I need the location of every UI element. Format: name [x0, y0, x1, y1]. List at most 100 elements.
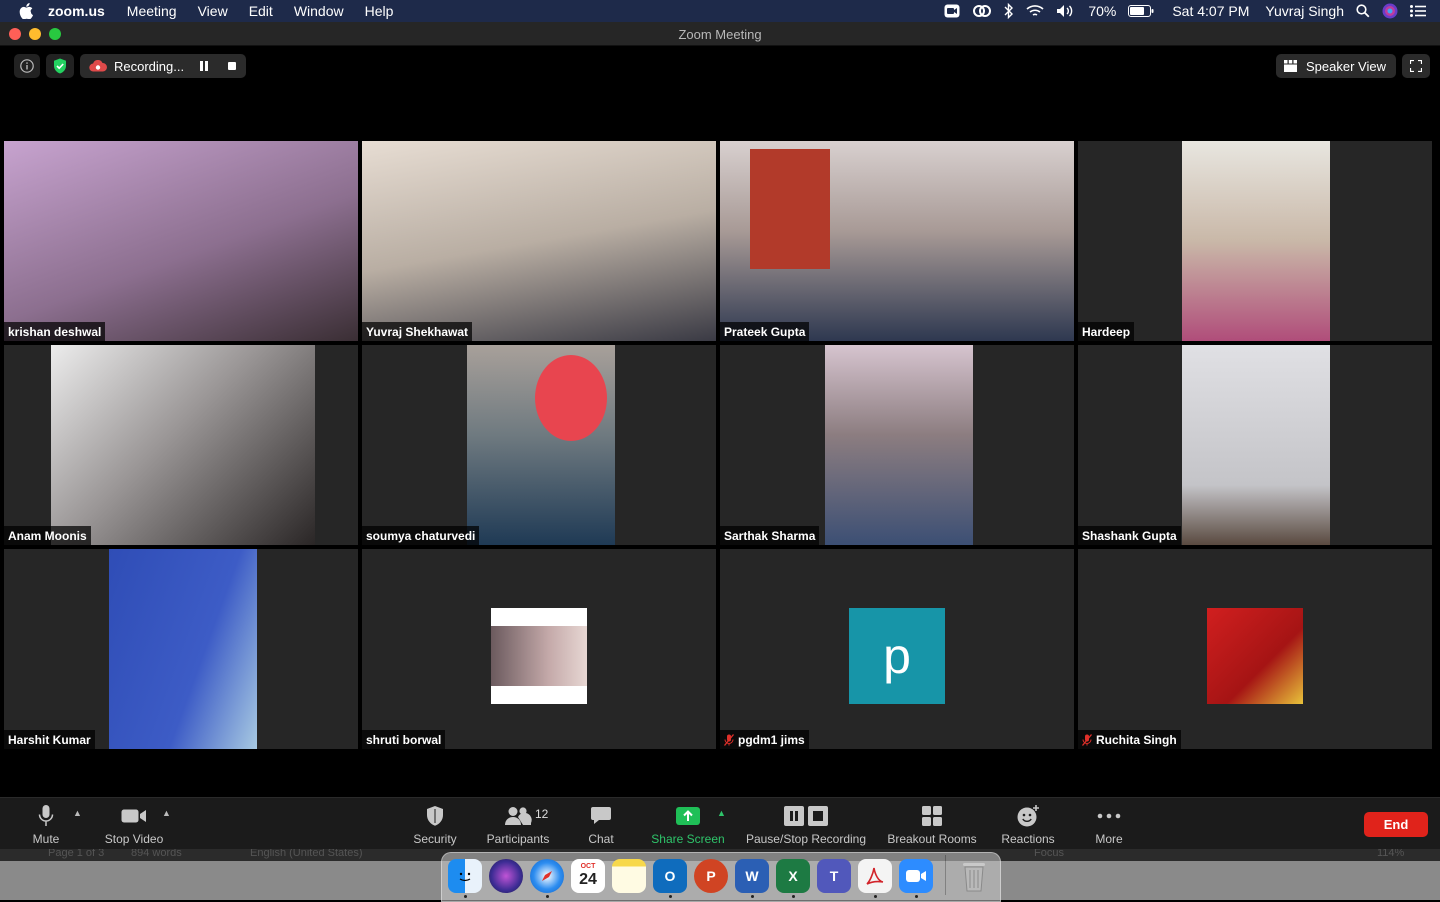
participants-icon: 12: [504, 803, 548, 829]
word-count: 894 words: [131, 849, 182, 859]
apple-menu-icon[interactable]: [18, 3, 34, 19]
cloud-recording-icon: [89, 60, 107, 72]
zoom-app-icon[interactable]: [899, 859, 933, 893]
participant-tile-soumya[interactable]: soumya chaturvedi: [362, 345, 716, 545]
participant-tile-harshit[interactable]: Harshit Kumar: [4, 549, 358, 749]
participant-name: pgdm1 jims: [720, 730, 809, 749]
participant-name: Sarthak Sharma: [720, 526, 820, 545]
chat-label: Chat: [588, 832, 614, 846]
balloon-image: [535, 355, 607, 441]
acrobat-icon[interactable]: [858, 859, 892, 893]
security-shield-icon: [425, 803, 445, 829]
participant-tile-yuvraj[interactable]: Yuvraj Shekhawat: [362, 141, 716, 341]
participant-tile-prateek[interactable]: Prateek Gupta: [720, 141, 1074, 341]
participant-name: Yuvraj Shekhawat: [362, 322, 473, 341]
participant-tile-pgdm1[interactable]: p pgdm1 jims: [720, 549, 1074, 749]
siri-icon[interactable]: [1382, 3, 1398, 19]
participant-tile-hardeep[interactable]: Hardeep: [1078, 141, 1432, 341]
participant-tile-shashank[interactable]: Shashank Gupta: [1078, 345, 1432, 545]
wall-calendar-image: [750, 149, 830, 269]
reactions-label: Reactions: [1001, 832, 1055, 846]
fullscreen-icon[interactable]: [1402, 54, 1430, 78]
pause-recording-button[interactable]: [198, 59, 210, 73]
video-options-caret-icon[interactable]: ▲: [162, 808, 171, 818]
stop-video-label: Stop Video: [104, 832, 164, 846]
encryption-shield-icon[interactable]: [46, 54, 74, 78]
menu-help[interactable]: Help: [365, 3, 394, 19]
participant-tile-sarthak[interactable]: Sarthak Sharma: [720, 345, 1074, 545]
more-button[interactable]: More: [1090, 802, 1128, 846]
safari-icon[interactable]: [530, 859, 564, 893]
notification-center-icon[interactable]: [1410, 5, 1426, 17]
excel-icon[interactable]: X: [776, 859, 810, 893]
spotlight-search-icon[interactable]: [1356, 4, 1370, 18]
participant-name: krishan deshwal: [4, 322, 106, 341]
bluetooth-icon[interactable]: [1004, 3, 1014, 19]
recording-label-toolbar: Pause/Stop Recording: [745, 832, 867, 846]
stop-recording-button[interactable]: [226, 60, 238, 72]
teams-icon[interactable]: T: [817, 859, 851, 893]
chat-button[interactable]: Chat: [582, 802, 620, 846]
volume-icon[interactable]: [1056, 4, 1076, 18]
grid-view-icon: [1284, 60, 1298, 72]
participant-tile-ruchita[interactable]: Ruchita Singh: [1078, 549, 1432, 749]
participants-label: Participants: [486, 832, 550, 846]
participant-video: [4, 141, 358, 341]
notes-icon[interactable]: [612, 859, 646, 893]
wifi-icon[interactable]: [1026, 4, 1044, 18]
outlook-icon[interactable]: O: [653, 859, 687, 893]
dock-divider: [945, 855, 946, 895]
breakout-rooms-icon: [921, 803, 943, 829]
focus-mode: Focus: [1034, 849, 1064, 859]
pause-stop-icon: [782, 803, 830, 829]
audio-options-caret-icon[interactable]: ▲: [73, 808, 82, 818]
speaker-view-button[interactable]: Speaker View: [1276, 54, 1396, 78]
participant-tile-shruti[interactable]: shruti borwal: [362, 549, 716, 749]
clock[interactable]: Sat 4:07 PM: [1172, 3, 1249, 19]
creative-cloud-icon[interactable]: [972, 4, 992, 18]
meeting-top-bar: Recording... Speaker View: [0, 46, 1440, 86]
powerpoint-icon[interactable]: P: [694, 859, 728, 893]
menu-edit[interactable]: Edit: [249, 3, 273, 19]
calendar-month: OCT: [580, 863, 596, 870]
meeting-info-icon[interactable]: [14, 54, 40, 78]
calendar-day: 24: [579, 871, 597, 888]
user-name[interactable]: Yuvraj Singh: [1265, 3, 1344, 19]
security-button[interactable]: Security: [409, 802, 461, 846]
menu-meeting[interactable]: Meeting: [127, 3, 177, 19]
menu-bar: zoom.us Meeting View Edit Window Help 70…: [0, 0, 1440, 22]
reactions-button[interactable]: Reactions: [998, 802, 1058, 846]
participant-name: Harshit Kumar: [4, 730, 95, 749]
word-icon[interactable]: W: [735, 859, 769, 893]
participant-tile-krishan[interactable]: krishan deshwal: [4, 141, 358, 341]
meeting-toolbar: Mute ▲ Stop Video ▲ Security 12 Particip…: [0, 797, 1440, 850]
calendar-icon[interactable]: OCT 24: [571, 859, 605, 893]
mute-button[interactable]: Mute: [26, 802, 66, 846]
zoom-status-icon[interactable]: [944, 4, 960, 18]
participant-name: Hardeep: [1078, 322, 1135, 341]
pause-stop-recording-button[interactable]: Pause/Stop Recording: [742, 802, 870, 846]
participant-name: Shashank Gupta: [1078, 526, 1181, 545]
speaker-view-label: Speaker View: [1306, 58, 1386, 74]
siri-app-icon[interactable]: [489, 859, 523, 893]
battery-icon[interactable]: [1128, 5, 1154, 17]
menu-view[interactable]: View: [198, 3, 228, 19]
stop-video-button[interactable]: Stop Video: [98, 802, 170, 846]
participant-name: shruti borwal: [362, 730, 446, 749]
participant-tile-anam[interactable]: Anam Moonis: [4, 345, 358, 545]
menu-window[interactable]: Window: [294, 3, 344, 19]
recording-indicator[interactable]: Recording...: [80, 54, 246, 78]
menu-app-name[interactable]: zoom.us: [48, 3, 105, 19]
more-dots-icon: [1097, 803, 1121, 829]
finder-icon[interactable]: [448, 859, 482, 893]
share-screen-button[interactable]: Share Screen: [648, 802, 728, 846]
participant-name: Anam Moonis: [4, 526, 91, 545]
window-title-bar: Zoom Meeting: [0, 22, 1440, 46]
security-label: Security: [413, 832, 457, 846]
share-options-caret-icon[interactable]: ▲: [717, 808, 726, 818]
profile-picture: [491, 608, 587, 704]
trash-icon[interactable]: [957, 859, 991, 893]
breakout-rooms-button[interactable]: Breakout Rooms: [885, 802, 979, 846]
end-meeting-button[interactable]: End: [1364, 812, 1428, 837]
participants-button[interactable]: 12 Participants: [482, 802, 554, 846]
